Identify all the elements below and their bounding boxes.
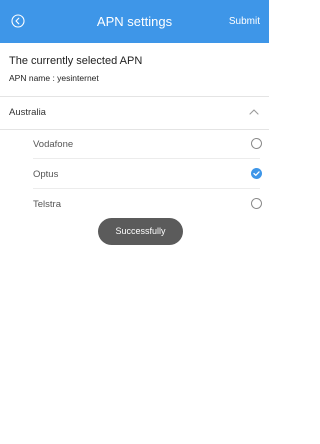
radio-checked-icon[interactable] [251,168,262,179]
option-divider [33,158,260,159]
current-apn-name: APN name : yesinternet [9,73,99,83]
option-optus[interactable]: Optus [24,160,269,189]
option-telstra[interactable]: Telstra [24,190,269,219]
current-apn-heading: The currently selected APN [9,55,143,67]
checkmark-icon [253,171,260,176]
option-divider [33,188,260,189]
toast-message: Successfully [98,218,183,245]
radio-unchecked-icon[interactable] [251,138,262,149]
group-label: Australia [9,107,46,118]
option-label: Vodafone [33,139,74,150]
chevron-up-icon [249,109,259,115]
group-australia[interactable]: Australia [0,98,269,128]
radio-unchecked-icon[interactable] [251,198,262,209]
option-vodafone[interactable]: Vodafone [24,130,269,159]
option-label: Optus [33,169,59,180]
section-divider [0,96,269,97]
top-bar: APN settings Submit [0,0,269,43]
option-label: Telstra [33,199,61,210]
submit-button[interactable]: Submit [229,0,260,43]
